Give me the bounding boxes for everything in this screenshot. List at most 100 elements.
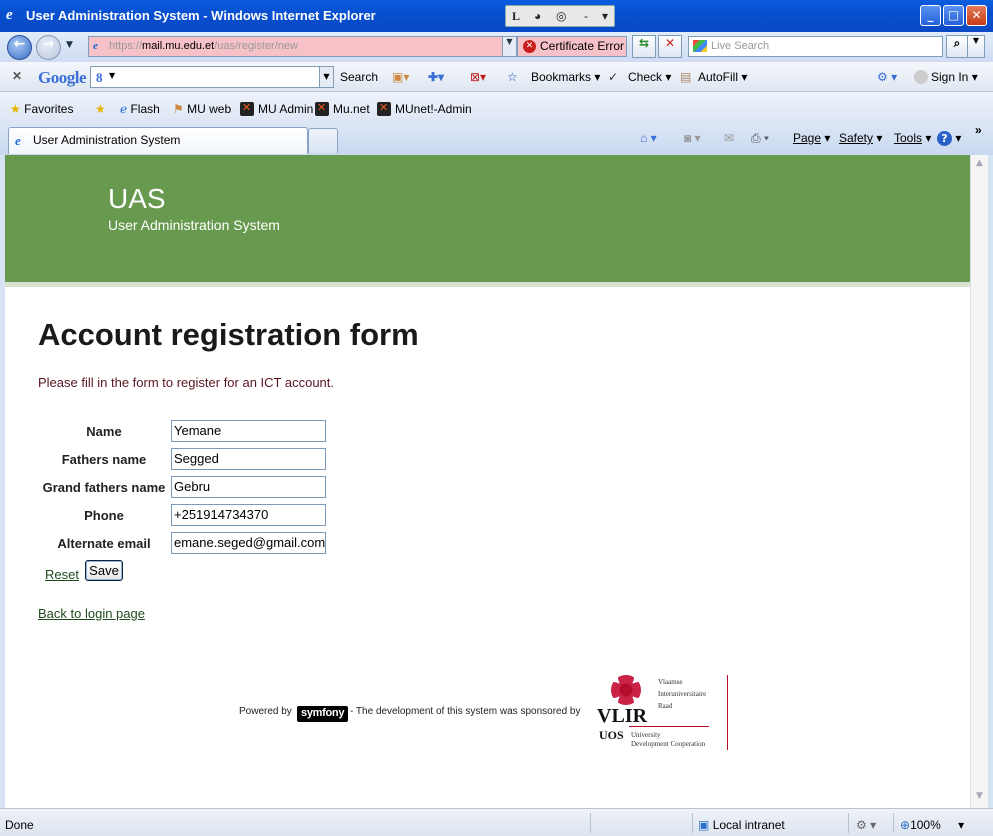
alternate-email-input[interactable]: emane.seged@gmail.com [171, 532, 326, 554]
protected-mode-icon[interactable]: ⚙ ▾ [856, 818, 876, 832]
address-bar[interactable]: e https://mail.mu.edu.et/uas/register/ne… [88, 36, 517, 57]
joomla-icon [377, 101, 391, 116]
reset-link[interactable]: Reset [45, 567, 79, 582]
title-bar[interactable]: e User Administration System - Windows I… [0, 0, 993, 32]
wrench-icon[interactable]: ⚙ ▾ [877, 70, 897, 84]
page-menu-label: Page [793, 131, 822, 145]
scroll-down-icon[interactable]: ▼ [973, 791, 986, 804]
favorites-star-icon: ★ [10, 102, 21, 116]
vlir-divider [629, 726, 709, 727]
help-icon[interactable]: ? ▾ [937, 131, 961, 146]
status-text: Done [5, 818, 34, 832]
check-button[interactable]: Check ▾ [628, 70, 671, 84]
window-title: User Administration System - Windows Int… [26, 8, 376, 23]
back-button[interactable]: ← [7, 35, 32, 60]
safety-menu-label: Safety [839, 131, 874, 145]
new-tab-button[interactable] [308, 128, 338, 153]
uos-line-2: Development Cooperation [631, 740, 706, 748]
recent-pages-icon[interactable]: ▼ [66, 40, 73, 50]
grand-fathers-name-label: Grand fathers name [42, 480, 166, 495]
tab-user-administration[interactable]: e User Administration System [8, 127, 308, 154]
language-bar[interactable]: L ◕ ◎ - ▾ [505, 5, 615, 27]
popup-blocker-icon[interactable]: ⊠▾ [470, 70, 486, 84]
search-button[interactable]: ⌕ [946, 35, 968, 58]
plus-icon[interactable]: ✚▾ [428, 70, 444, 84]
tab-row: e User Administration System ⌂ ▾ ◙ ▾ ✉ ⎙ … [0, 123, 993, 155]
search-options-icon[interactable]: ▼ [967, 35, 985, 58]
stop-button[interactable]: ✕ [658, 35, 682, 58]
forward-button[interactable]: → [36, 35, 61, 60]
mail-icon[interactable]: ✉ [724, 131, 734, 145]
page-content: UAS User Administration System Account r… [5, 155, 970, 808]
intranet-icon: ▣ [698, 818, 710, 832]
favorites-button[interactable]: ★ Favorites [10, 102, 73, 116]
zoom-control[interactable]: ⊕100% ▾ [900, 818, 964, 832]
back-to-login-link[interactable]: Back to login page [38, 606, 145, 621]
vlir-line-3: Raad [658, 702, 673, 710]
name-label: Name [86, 424, 122, 439]
safety-menu[interactable]: Safety ▾ [839, 131, 882, 145]
name-input[interactable]: Yemane [171, 420, 326, 442]
language-pen-icon[interactable]: ◕ [534, 9, 541, 23]
fathers-name-label: Fathers name [61, 452, 147, 467]
autofill-button[interactable]: AutoFill ▾ [698, 70, 747, 84]
zone-indicator[interactable]: ▣ Local intranet [698, 818, 785, 832]
favorite-mu-web[interactable]: ⚑ MU web [173, 102, 231, 116]
star-icon[interactable]: ☆ [507, 70, 518, 84]
print-icon[interactable]: ⎙ ▾ [751, 131, 769, 146]
pagerank-icon[interactable]: ▣▾ [392, 70, 409, 84]
save-button[interactable]: Save [85, 560, 123, 581]
favorites-label: Favorites [24, 102, 74, 116]
fathers-name-input[interactable]: Segged [171, 448, 326, 470]
minimize-button[interactable]: _ [920, 5, 941, 26]
symfony-logo[interactable]: symfony [297, 706, 349, 722]
home-icon[interactable]: ⌂ ▾ [640, 131, 657, 145]
ie-window: e User Administration System - Windows I… [0, 0, 993, 836]
language-l-icon[interactable]: L [512, 9, 520, 24]
language-options-icon[interactable]: ▾ [602, 9, 608, 23]
scroll-up-icon[interactable]: ▲ [973, 158, 986, 171]
zoom-icon: ⊕ [900, 818, 911, 832]
tools-menu[interactable]: Tools ▾ [894, 131, 931, 145]
close-button[interactable]: ✕ [966, 5, 987, 26]
ie-page-icon: ℯ [120, 102, 128, 116]
language-minimize-icon[interactable]: - [584, 9, 588, 23]
chevron-more-icon[interactable]: » [975, 123, 982, 137]
phone-input[interactable]: +251914734370 [171, 504, 326, 526]
close-toolbar-icon[interactable]: ✕ [12, 69, 22, 83]
address-dropdown-icon[interactable]: ▼ [502, 37, 516, 56]
tools-menu-label: Tools [894, 131, 923, 145]
ie-tab-icon: e [15, 133, 21, 148]
language-help-icon[interactable]: ◎ [556, 9, 566, 23]
favorite-flash[interactable]: ℯ Flash [120, 102, 160, 116]
sign-in-button[interactable]: Sign In ▾ [914, 70, 978, 84]
shield-error-icon: ✕ [523, 40, 536, 53]
favorite-mu-net[interactable]: Mu.net [315, 101, 370, 116]
grand-fathers-name-input[interactable]: Gebru [171, 476, 326, 498]
autofill-icon[interactable]: ▤ [680, 70, 691, 84]
bookmarks-button[interactable]: Bookmarks ▾ [531, 70, 600, 84]
google-search-button[interactable]: Search [340, 70, 378, 84]
google-g-dropdown-icon: ▼ [109, 71, 116, 80]
url-path: /uas/register/new [214, 40, 298, 52]
zone-label: Local intranet [712, 818, 785, 832]
certificate-error-button[interactable]: ✕ Certificate Error [517, 36, 627, 57]
google-g-icon: 8 [96, 70, 103, 85]
feeds-icon[interactable]: ◙ ▾ [684, 131, 701, 145]
favorite-mu-admin[interactable]: MU Admin [240, 101, 313, 116]
spellcheck-icon[interactable]: ✓ [608, 70, 618, 84]
add-favorites-icon[interactable]: ★ [95, 102, 106, 116]
page-menu[interactable]: Page ▾ [793, 131, 830, 145]
live-search-input[interactable]: Live Search [688, 36, 943, 57]
vertical-scrollbar[interactable]: ▲ ▼ [970, 155, 988, 808]
google-search-input[interactable]: 8 ▼ ▼ [90, 66, 334, 88]
maximize-button[interactable]: □ [943, 5, 964, 26]
windows-logo-icon [693, 40, 707, 52]
refresh-button[interactable]: ⇆ [632, 35, 656, 58]
certificate-error-label: Certificate Error [540, 39, 625, 53]
vlir-uos-logo[interactable]: VLIR UOS Vlaamse Interuniversitaire Raad… [597, 675, 729, 750]
favorite-munet-admin[interactable]: MUnet!-Admin [377, 101, 472, 116]
favorite-flash-label: Flash [130, 102, 160, 116]
google-dropdown-icon[interactable]: ▼ [319, 67, 333, 87]
url-host: mail.mu.edu.et [142, 40, 215, 52]
